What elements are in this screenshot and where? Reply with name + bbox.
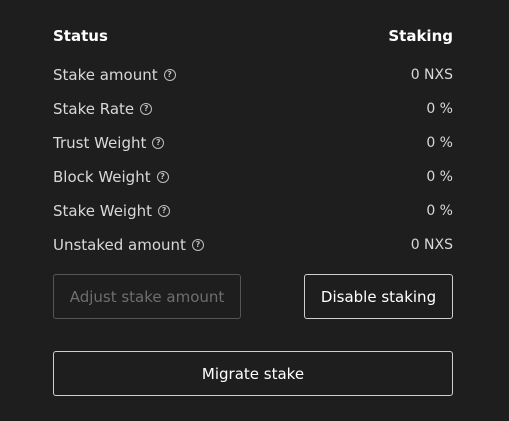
unstaked-amount-value: 0 NXS: [410, 237, 453, 253]
trust-weight-value: 0 %: [426, 135, 453, 151]
adjust-stake-amount-button[interactable]: Adjust stake amount: [53, 274, 241, 319]
stake-amount-label: Stake amount ?: [53, 66, 176, 84]
block-weight-value: 0 %: [426, 169, 453, 185]
migrate-stake-button[interactable]: Migrate stake: [53, 351, 453, 396]
disable-staking-button[interactable]: Disable staking: [304, 274, 453, 319]
block-weight-text: Block Weight: [53, 168, 151, 186]
help-icon[interactable]: ?: [163, 69, 176, 81]
trust-weight-row: Trust Weight ? 0 %: [53, 126, 453, 160]
trust-weight-text: Trust Weight: [53, 134, 147, 152]
action-buttons: Adjust stake amount Disable staking: [53, 274, 453, 319]
unstaked-amount-label: Unstaked amount ?: [53, 236, 204, 254]
help-icon[interactable]: ?: [191, 239, 204, 251]
help-icon[interactable]: ?: [156, 171, 169, 183]
unstaked-amount-row: Unstaked amount ? 0 NXS: [53, 228, 453, 262]
stake-weight-row: Stake Weight ? 0 %: [53, 194, 453, 228]
stake-rate-value: 0 %: [426, 101, 453, 117]
stake-amount-text: Stake amount: [53, 66, 158, 84]
status-header-row: Status Staking: [53, 24, 453, 48]
stake-weight-value: 0 %: [426, 203, 453, 219]
status-label: Status: [53, 27, 108, 45]
stake-rate-text: Stake Rate: [53, 100, 135, 118]
stake-rate-label: Stake Rate ?: [53, 100, 153, 118]
stake-weight-label: Stake Weight ?: [53, 202, 171, 220]
block-weight-row: Block Weight ? 0 %: [53, 160, 453, 194]
trust-weight-label: Trust Weight ?: [53, 134, 165, 152]
staking-panel: Status Staking Stake amount ? 0 NXS Stak…: [53, 24, 453, 396]
help-icon[interactable]: ?: [152, 137, 165, 149]
help-icon[interactable]: ?: [158, 205, 171, 217]
unstaked-amount-text: Unstaked amount: [53, 236, 186, 254]
status-value: Staking: [388, 27, 453, 45]
help-icon[interactable]: ?: [140, 103, 153, 115]
stake-weight-text: Stake Weight: [53, 202, 153, 220]
stake-amount-value: 0 NXS: [410, 67, 453, 83]
stake-rate-row: Stake Rate ? 0 %: [53, 92, 453, 126]
stake-amount-row: Stake amount ? 0 NXS: [53, 58, 453, 92]
block-weight-label: Block Weight ?: [53, 168, 169, 186]
